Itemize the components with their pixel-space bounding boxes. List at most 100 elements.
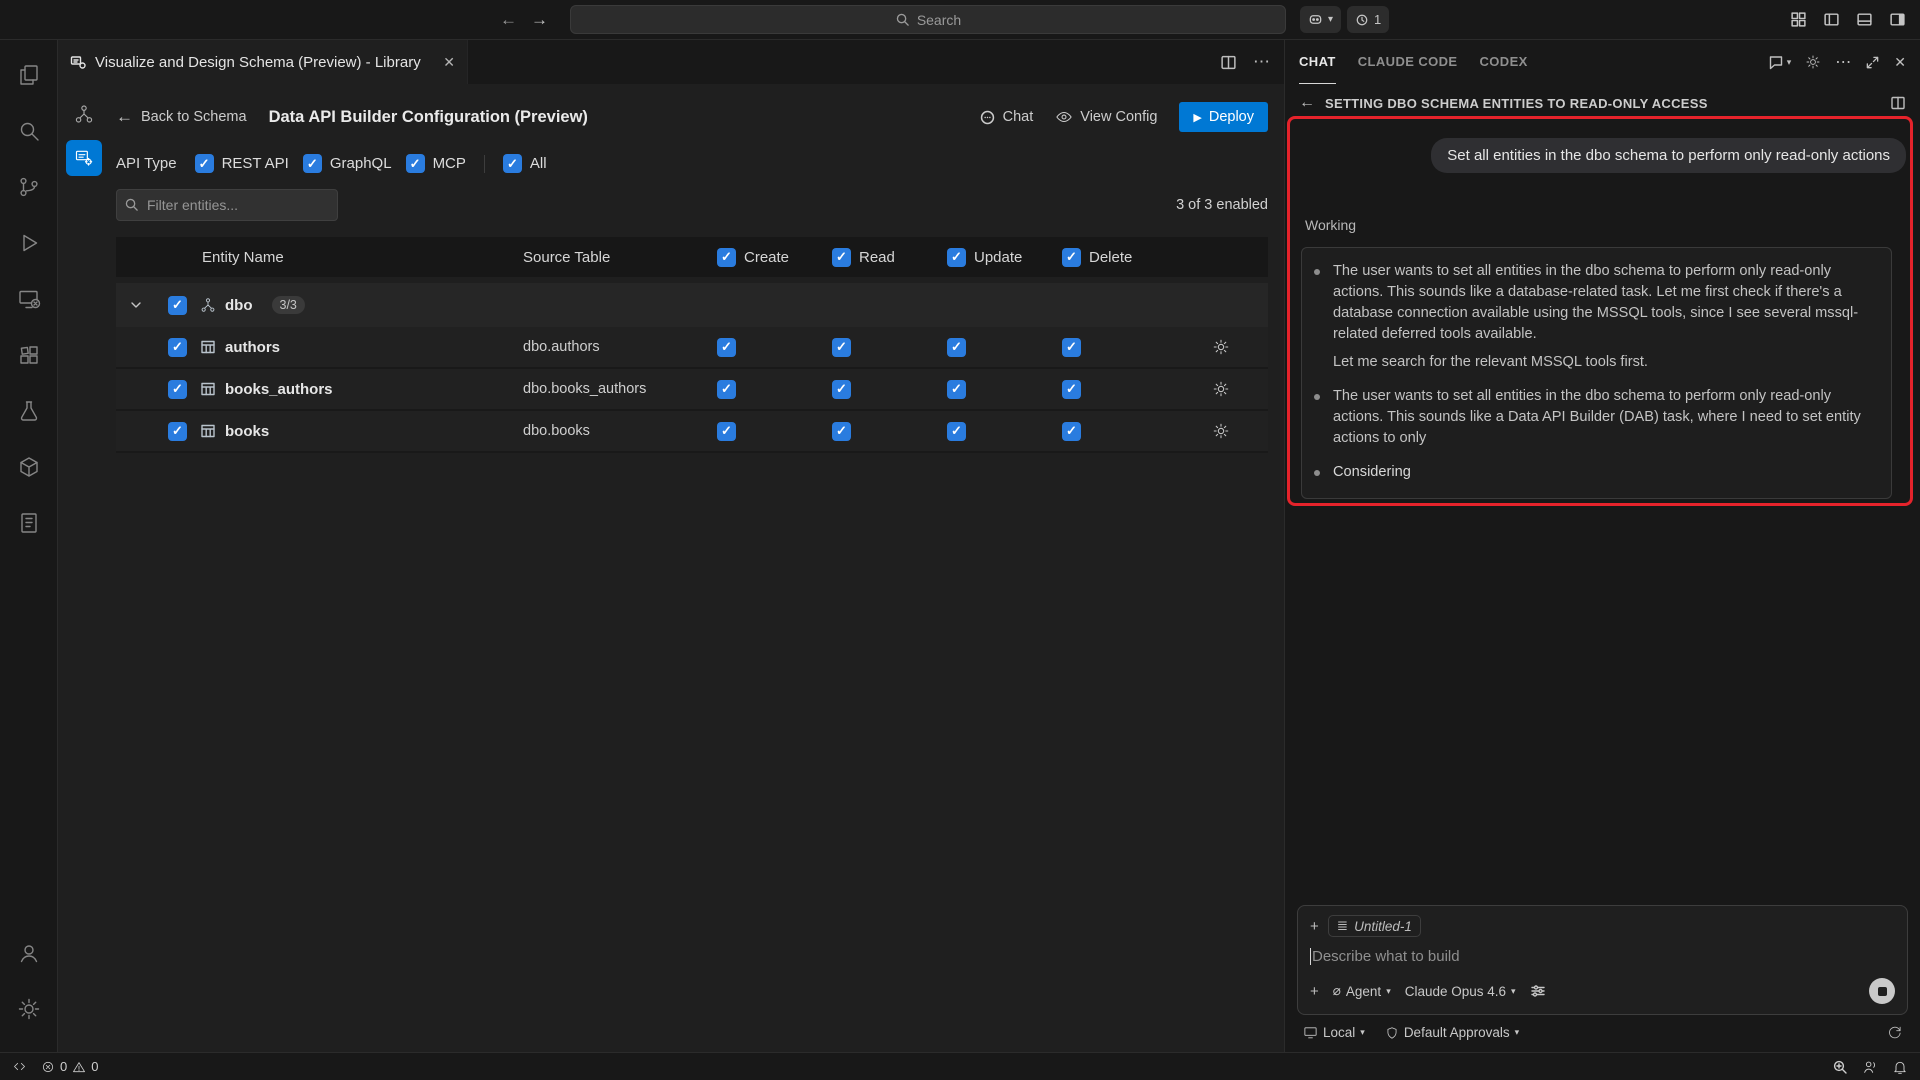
api-type-mcp-checkbox[interactable]: MCP bbox=[406, 154, 466, 173]
new-chat-dropdown[interactable]: ▾ bbox=[1768, 54, 1792, 70]
nav-forward-icon[interactable]: → bbox=[531, 10, 548, 30]
toggle-secondary-sidebar-icon[interactable] bbox=[1889, 11, 1906, 28]
read-checkbox[interactable] bbox=[832, 380, 851, 399]
filter-entities-input[interactable] bbox=[116, 189, 338, 221]
customize-layout-icon[interactable] bbox=[1790, 11, 1807, 28]
remote-indicator[interactable] bbox=[12, 1059, 27, 1074]
tab-claude-code[interactable]: CLAUDE CODE bbox=[1358, 40, 1458, 84]
problems-indicator[interactable]: 0 0 bbox=[41, 1059, 98, 1074]
remote-explorer-icon[interactable] bbox=[6, 276, 52, 322]
environment-picker[interactable]: Local ▾ bbox=[1303, 1025, 1365, 1040]
close-chat-icon[interactable]: ✕ bbox=[1894, 54, 1906, 71]
schema-group-checkbox[interactable] bbox=[168, 296, 187, 315]
api-type-all-checkbox[interactable]: All bbox=[503, 154, 547, 173]
row-settings-gear-icon[interactable] bbox=[1212, 380, 1230, 398]
checkbox-checked[interactable] bbox=[503, 154, 522, 173]
tab-chat[interactable]: CHAT bbox=[1299, 40, 1336, 84]
tab-codex[interactable]: CODEX bbox=[1480, 40, 1528, 84]
chat-text-input[interactable]: Describe what to build bbox=[1310, 948, 1895, 965]
delete-checkbox[interactable] bbox=[1062, 338, 1081, 357]
update-checkbox[interactable] bbox=[947, 380, 966, 399]
session-counter-button[interactable]: 1 bbox=[1347, 6, 1389, 33]
divider bbox=[484, 155, 485, 173]
editor-tab[interactable]: Visualize and Design Schema (Preview) - … bbox=[58, 40, 468, 84]
row-checkbox[interactable] bbox=[168, 380, 187, 399]
table-icon bbox=[200, 381, 216, 397]
read-checkbox[interactable] bbox=[832, 422, 851, 441]
chat-settings-gear-icon[interactable] bbox=[1805, 54, 1821, 70]
dab-config-rail-icon[interactable] bbox=[66, 140, 102, 176]
schema-group-row[interactable]: dbo 3/3 bbox=[116, 283, 1268, 327]
delete-column-checkbox[interactable] bbox=[1062, 248, 1081, 267]
source-control-icon[interactable] bbox=[6, 164, 52, 210]
create-checkbox[interactable] bbox=[717, 422, 736, 441]
row-checkbox[interactable] bbox=[168, 422, 187, 441]
update-checkbox[interactable] bbox=[947, 422, 966, 441]
editor-more-actions-icon[interactable]: ⋯ bbox=[1253, 52, 1270, 72]
api-type-graphql-checkbox[interactable]: GraphQL bbox=[303, 154, 392, 173]
chat-input-area: + ≣ Untitled-1 Describe what to build + bbox=[1285, 905, 1920, 1052]
toggle-panel-icon[interactable] bbox=[1856, 11, 1873, 28]
table-row: authors dbo.authors bbox=[116, 327, 1268, 369]
expand-chat-icon[interactable] bbox=[1865, 55, 1880, 70]
stop-square-icon bbox=[1878, 987, 1887, 996]
filter-row: 3 of 3 enabled bbox=[116, 189, 1268, 221]
read-column-checkbox[interactable] bbox=[832, 248, 851, 267]
copilot-menu-button[interactable]: ▾ bbox=[1300, 6, 1341, 33]
split-editor-icon[interactable] bbox=[1220, 54, 1237, 71]
attach-icon[interactable]: + bbox=[1310, 983, 1319, 1000]
sync-icon[interactable] bbox=[1887, 1025, 1902, 1040]
view-config-button[interactable]: View Config bbox=[1055, 108, 1157, 126]
chat-more-icon[interactable]: ⋯ bbox=[1835, 52, 1851, 72]
checkbox-checked[interactable] bbox=[303, 154, 322, 173]
rest-api-label: REST API bbox=[222, 155, 289, 172]
warning-count: 0 bbox=[91, 1059, 98, 1074]
create-checkbox[interactable] bbox=[717, 380, 736, 399]
notebooks-icon[interactable] bbox=[6, 500, 52, 546]
expand-chevron-icon[interactable] bbox=[128, 297, 144, 313]
notifications-bell-icon[interactable] bbox=[1892, 1059, 1908, 1075]
toggle-sidebar-icon[interactable] bbox=[1823, 11, 1840, 28]
row-checkbox[interactable] bbox=[168, 338, 187, 357]
accessibility-person-icon[interactable] bbox=[1862, 1059, 1878, 1075]
checkbox-checked[interactable] bbox=[406, 154, 425, 173]
tools-sliders-icon[interactable] bbox=[1530, 983, 1546, 999]
explorer-icon[interactable] bbox=[6, 52, 52, 98]
deploy-button[interactable]: ▶ Deploy bbox=[1179, 102, 1268, 132]
visualize-schema-rail-icon[interactable] bbox=[66, 96, 102, 132]
database-projects-icon[interactable] bbox=[6, 444, 52, 490]
row-settings-gear-icon[interactable] bbox=[1212, 422, 1230, 440]
zoom-indicator-icon[interactable] bbox=[1832, 1059, 1848, 1075]
extensions-icon[interactable] bbox=[6, 332, 52, 378]
create-checkbox[interactable] bbox=[717, 338, 736, 357]
delete-checkbox[interactable] bbox=[1062, 380, 1081, 399]
settings-gear-icon[interactable] bbox=[6, 986, 52, 1032]
chat-button-label: Chat bbox=[1003, 109, 1034, 125]
model-picker[interactable]: Claude Opus 4.6 ▾ bbox=[1405, 984, 1516, 999]
tab-close-icon[interactable]: ✕ bbox=[443, 54, 455, 71]
api-type-rest-checkbox[interactable]: REST API bbox=[195, 154, 289, 173]
read-checkbox[interactable] bbox=[832, 338, 851, 357]
row-settings-gear-icon[interactable] bbox=[1212, 338, 1230, 356]
chat-button[interactable]: Chat bbox=[979, 109, 1034, 126]
update-checkbox[interactable] bbox=[947, 338, 966, 357]
mode-picker[interactable]: ⌀ Agent ▾ bbox=[1333, 983, 1391, 999]
run-debug-icon[interactable] bbox=[6, 220, 52, 266]
context-file-pill[interactable]: ≣ Untitled-1 bbox=[1328, 915, 1421, 937]
checkbox-checked[interactable] bbox=[195, 154, 214, 173]
create-column-checkbox[interactable] bbox=[717, 248, 736, 267]
search-view-icon[interactable] bbox=[6, 108, 52, 154]
accounts-icon[interactable] bbox=[6, 930, 52, 976]
stop-generation-button[interactable] bbox=[1869, 978, 1895, 1004]
nav-back-icon[interactable]: ← bbox=[500, 10, 517, 30]
add-context-icon[interactable]: + bbox=[1310, 918, 1319, 935]
testing-icon[interactable] bbox=[6, 388, 52, 434]
chat-input-box[interactable]: + ≣ Untitled-1 Describe what to build + bbox=[1297, 905, 1908, 1015]
command-center-search[interactable]: Search bbox=[570, 5, 1286, 34]
session-split-icon[interactable] bbox=[1890, 95, 1906, 111]
delete-checkbox[interactable] bbox=[1062, 422, 1081, 441]
back-to-schema-button[interactable]: ← Back to Schema bbox=[116, 107, 247, 127]
update-column-checkbox[interactable] bbox=[947, 248, 966, 267]
approvals-picker[interactable]: Default Approvals ▾ bbox=[1385, 1025, 1519, 1040]
session-back-icon[interactable]: ← bbox=[1299, 94, 1315, 112]
